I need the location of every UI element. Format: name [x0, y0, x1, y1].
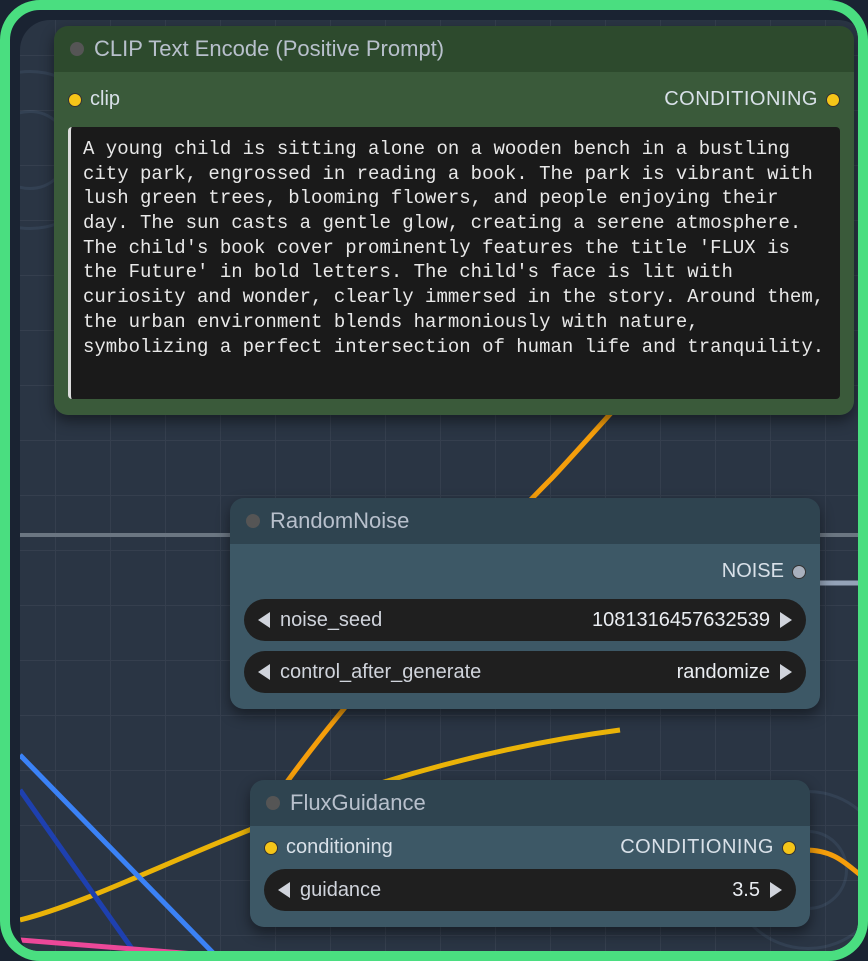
node-title: CLIP Text Encode (Positive Prompt)	[94, 36, 444, 62]
increment-icon[interactable]	[780, 612, 792, 628]
port-dot-icon[interactable]	[782, 841, 796, 855]
node-header[interactable]: CLIP Text Encode (Positive Prompt)	[54, 26, 854, 72]
increment-icon[interactable]	[770, 882, 782, 898]
noise-output-port[interactable]: NOISE	[244, 554, 806, 589]
input-label: clip	[90, 88, 120, 111]
node-header[interactable]: RandomNoise	[230, 498, 820, 544]
conditioning-input-port[interactable]: conditioning	[264, 836, 393, 859]
output-label: CONDITIONING	[664, 88, 818, 111]
node-header[interactable]: FluxGuidance	[250, 780, 810, 826]
clip-input-port[interactable]: clip	[68, 88, 120, 111]
flux-guidance-node[interactable]: FluxGuidance conditioning CONDITIONING	[250, 780, 810, 927]
decrement-icon[interactable]	[278, 882, 290, 898]
node-title: RandomNoise	[270, 508, 409, 534]
control-after-generate-param[interactable]: control_after_generate randomize	[244, 651, 806, 693]
decrement-icon[interactable]	[258, 664, 270, 680]
node-title: FluxGuidance	[290, 790, 426, 816]
prompt-text[interactable]: A young child is sitting alone on a wood…	[83, 137, 828, 359]
output-label: NOISE	[722, 560, 784, 583]
guidance-param[interactable]: guidance 3.5	[264, 869, 796, 911]
node-canvas[interactable]: CLIP Text Encode (Positive Prompt) clip …	[20, 20, 868, 961]
param-label: guidance	[300, 879, 381, 902]
node-body: NOISE noise_seed 1081316457632539	[230, 544, 820, 709]
port-dot-icon[interactable]	[792, 565, 806, 579]
io-row: clip CONDITIONING	[68, 82, 840, 121]
conditioning-output-port[interactable]: CONDITIONING	[620, 836, 796, 859]
decrement-icon[interactable]	[258, 612, 270, 628]
increment-icon[interactable]	[780, 664, 792, 680]
param-value[interactable]: randomize	[677, 661, 770, 684]
param-value[interactable]: 3.5	[732, 879, 760, 902]
port-dot-icon[interactable]	[264, 841, 278, 855]
random-noise-node[interactable]: RandomNoise NOISE noise_seed 10813164576…	[230, 498, 820, 709]
port-dot-icon[interactable]	[68, 93, 82, 107]
output-label: CONDITIONING	[620, 836, 774, 859]
param-value[interactable]: 1081316457632539	[592, 609, 770, 632]
outer-frame: CLIP Text Encode (Positive Prompt) clip …	[0, 0, 868, 961]
param-label: noise_seed	[280, 609, 382, 632]
noise-seed-param[interactable]: noise_seed 1081316457632539	[244, 599, 806, 641]
collapse-dot-icon[interactable]	[246, 514, 260, 528]
port-dot-icon[interactable]	[826, 93, 840, 107]
io-row: conditioning CONDITIONING	[264, 836, 796, 859]
collapse-dot-icon[interactable]	[70, 42, 84, 56]
node-body: conditioning CONDITIONING guidance 3.5	[250, 826, 810, 927]
node-body: clip CONDITIONING A young child is sitti…	[54, 72, 854, 415]
clip-text-encode-node[interactable]: CLIP Text Encode (Positive Prompt) clip …	[54, 26, 854, 415]
conditioning-output-port[interactable]: CONDITIONING	[664, 88, 840, 111]
prompt-textarea[interactable]: A young child is sitting alone on a wood…	[68, 127, 840, 399]
param-label: control_after_generate	[280, 661, 481, 684]
collapse-dot-icon[interactable]	[266, 796, 280, 810]
input-label: conditioning	[286, 836, 393, 859]
